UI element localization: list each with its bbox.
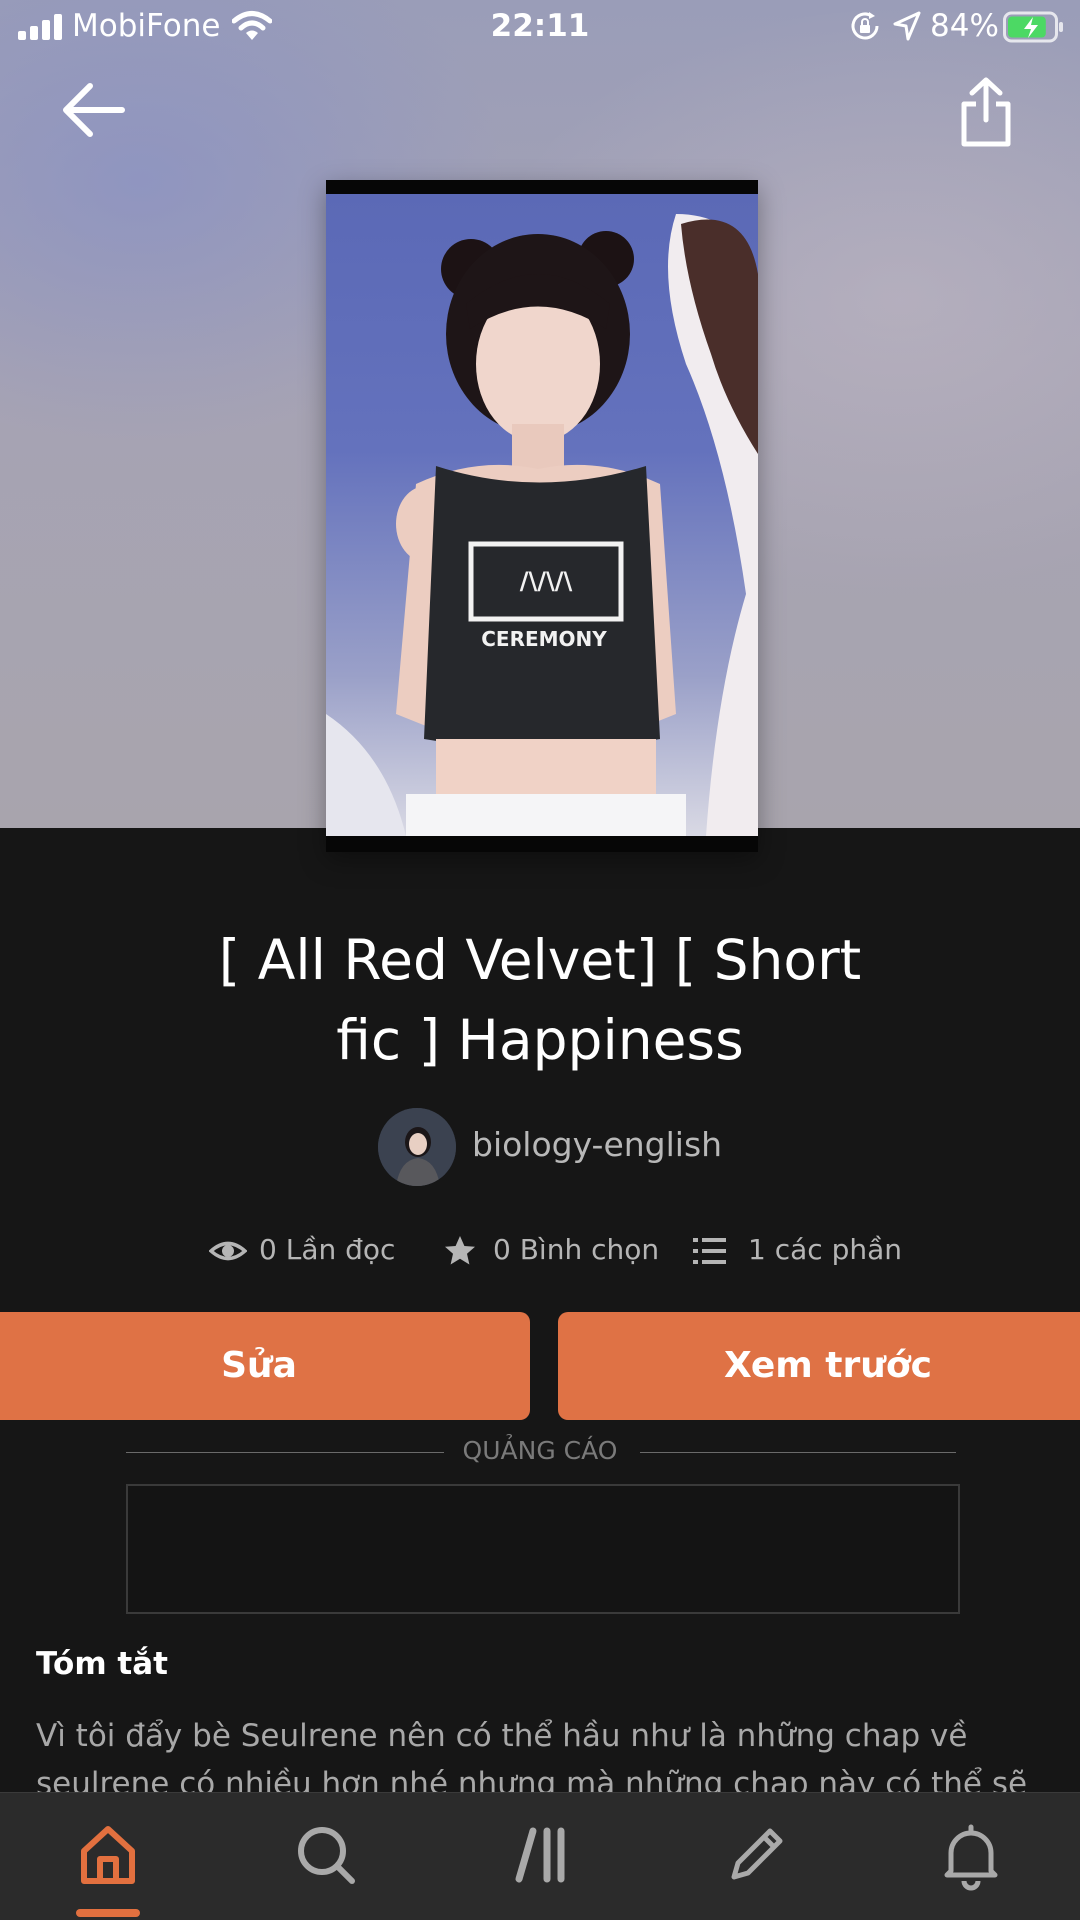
story-title-line-1: [ All Red Velvet] [ Short	[218, 928, 862, 992]
notifications-icon[interactable]	[933, 1817, 1009, 1893]
story-title: [ All Red Velvet] [ Short fic ] Happines…	[140, 920, 940, 1080]
cover-photo: /\/\/\ CEREMONY	[326, 194, 758, 836]
write-icon[interactable]	[718, 1817, 794, 1893]
battery-charging-icon	[1003, 11, 1063, 43]
avatar	[378, 1108, 456, 1186]
edit-button[interactable]: Sửa	[0, 1312, 530, 1420]
home-icon[interactable]	[70, 1817, 146, 1893]
story-details-screen: MobiFone 22:11 84% /\/\/\ CEREMONY [All…	[0, 0, 1080, 1920]
story-title-line-2: fic ] Happiness	[336, 1008, 744, 1072]
active-tab-indicator	[76, 1909, 140, 1917]
cover-illustration: /\/\/\ CEREMONY	[326, 214, 758, 836]
reads-count: 0 Lần đọc	[259, 1233, 396, 1266]
share-button[interactable]	[958, 76, 1014, 148]
bottom-tab-bar	[0, 1792, 1080, 1920]
library-icon[interactable]	[503, 1817, 579, 1893]
summary-heading: Tóm tắt	[36, 1646, 168, 1682]
ad-divider-right	[640, 1452, 956, 1453]
star-icon	[445, 1236, 475, 1265]
eye-icon	[209, 1241, 247, 1261]
votes-count: 0 Bình chọn	[493, 1233, 660, 1266]
ad-placeholder[interactable]	[126, 1484, 960, 1614]
svg-text:/\/\/\: /\/\/\	[520, 567, 573, 595]
search-icon[interactable]	[288, 1817, 364, 1893]
list-icon	[693, 1238, 726, 1264]
battery-percent: 84%	[930, 8, 999, 44]
orientation-lock-icon	[851, 12, 879, 40]
back-button[interactable]	[58, 78, 128, 142]
location-arrow-icon	[893, 11, 921, 41]
preview-button[interactable]: Xem trước	[558, 1312, 1080, 1420]
status-bar: MobiFone 22:11 84%	[0, 0, 1080, 54]
story-cover: /\/\/\ CEREMONY	[326, 180, 758, 852]
author-name: biology-english	[472, 1125, 723, 1164]
svg-text:CEREMONY: CEREMONY	[481, 627, 607, 651]
ad-divider-left	[126, 1452, 444, 1453]
ad-label: QUẢNG CÁO	[462, 1436, 618, 1465]
parts-count: 1 các phần	[748, 1233, 902, 1266]
